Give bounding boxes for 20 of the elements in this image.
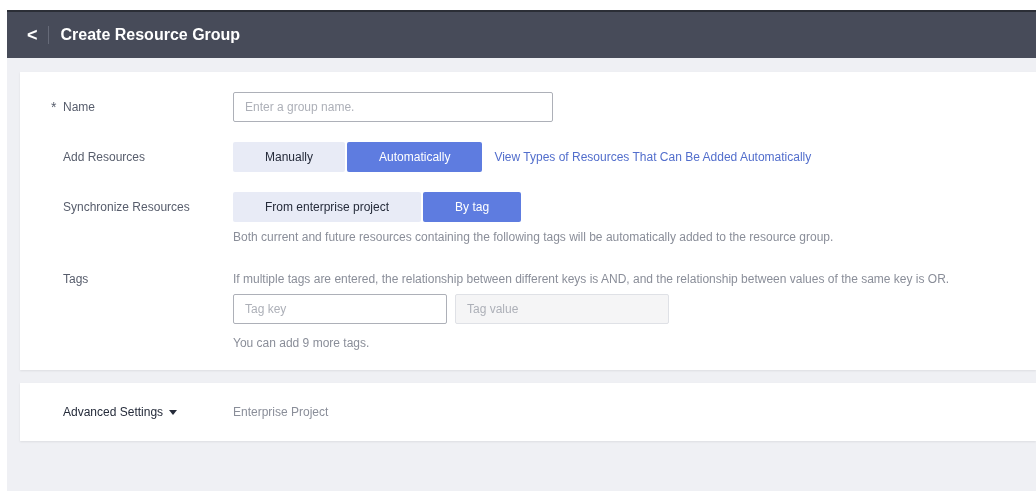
name-input[interactable]: Enter a group name. bbox=[233, 92, 553, 122]
hint-text: Both current and future resources containing the following tags will be automatically added to the resource group. bbox=[233, 230, 835, 244]
field-label: Tags bbox=[63, 272, 89, 286]
tag-key-input[interactable]: Tag key bbox=[233, 294, 447, 324]
segment-option[interactable]: Automatically bbox=[347, 142, 483, 172]
page-title: Create Resource Group bbox=[60, 26, 241, 44]
field-label: Enterprise Project bbox=[233, 405, 330, 419]
caret-icon bbox=[169, 409, 178, 415]
resource-types-link[interactable]: View Types of Resources That Can Be Added Automatically bbox=[494, 150, 812, 164]
hint-text: You can add 9 more tags. bbox=[233, 336, 371, 350]
segment-option[interactable]: By tag bbox=[423, 192, 522, 222]
hint-text: If multiple tags are entered, the relationship between different keys is AND, and the relationship between values of the same key is OR. bbox=[233, 272, 951, 286]
segment-option[interactable]: Manually bbox=[233, 142, 346, 172]
advanced-settings-toggle[interactable]: Advanced Settings bbox=[63, 405, 233, 419]
field-label: Name bbox=[63, 100, 95, 114]
field-label: Synchronize Resources bbox=[63, 200, 190, 214]
segment-option[interactable]: From enterprise project bbox=[233, 192, 422, 222]
field-label: Add Resources bbox=[63, 150, 146, 164]
required-mark: * bbox=[51, 99, 58, 115]
back-button[interactable]: < bbox=[7, 24, 48, 46]
